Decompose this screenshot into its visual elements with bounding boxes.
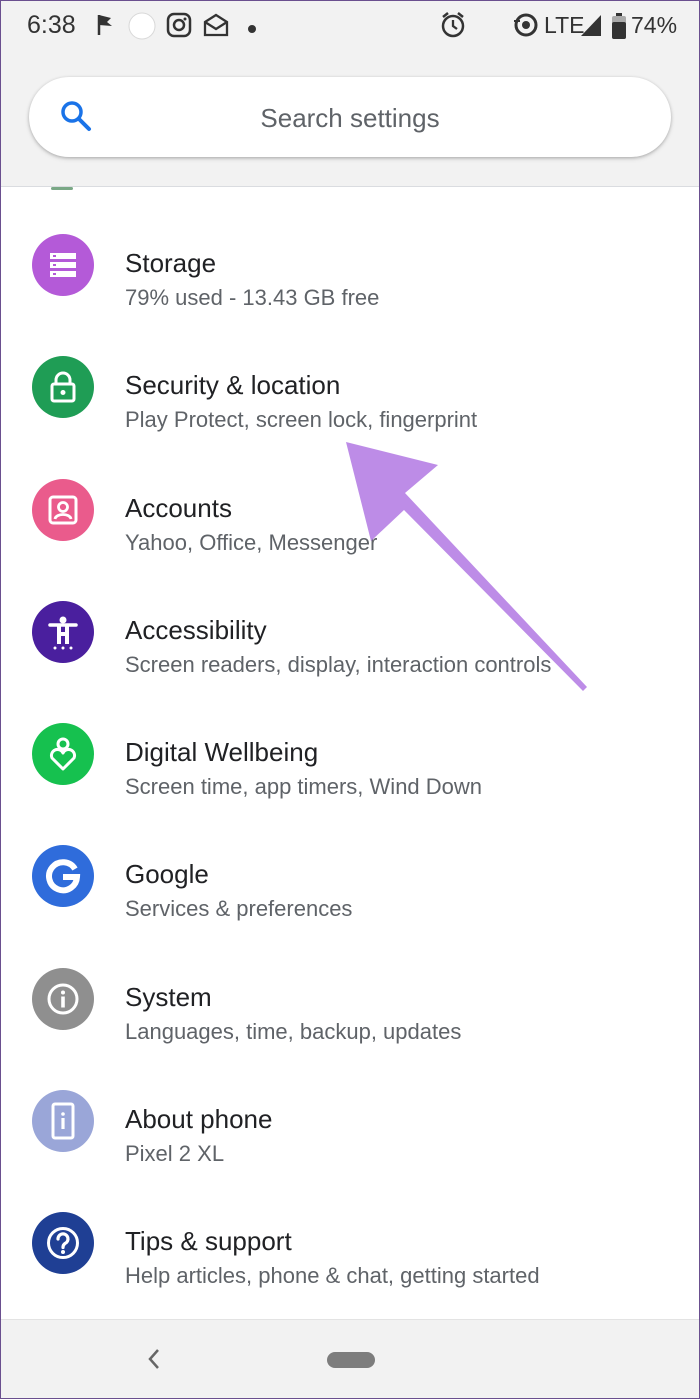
item-subtitle: Screen readers, display, interaction con…: [125, 651, 552, 677]
data-saver-icon: [512, 11, 540, 44]
item-title: Storage: [125, 248, 217, 278]
settings-item-about-phone[interactable]: About phone Pixel 2 XL: [1, 1060, 699, 1182]
info-icon: [32, 967, 94, 1030]
battery-icon: [611, 12, 627, 45]
item-title: About phone: [125, 1104, 273, 1135]
item-title: Security & location: [125, 370, 341, 401]
settings-item-system[interactable]: System Languages, time, backup, updates: [1, 938, 699, 1060]
flag-icon: [93, 11, 117, 44]
phone-screen: 6:38 LTE 74% Search settings Storage 79%…: [0, 0, 700, 1399]
app-circle-icon: [128, 12, 156, 45]
instagram-icon: [166, 12, 192, 43]
item-title: Google: [125, 859, 209, 890]
phone-info-icon: [32, 1090, 94, 1153]
settings-item-digital-wellbeing[interactable]: Digital Wellbeing Screen time, app timer…: [1, 693, 699, 815]
status-time: 6:38: [27, 11, 76, 39]
item-title: Accounts: [125, 492, 232, 523]
item-subtitle: Languages, time, backup, updates: [125, 1018, 462, 1044]
account-box-icon: [32, 478, 94, 541]
item-subtitle: Services & preferences: [125, 896, 353, 922]
search-header: Search settings: [1, 51, 699, 186]
battery-percent: 74%: [631, 12, 678, 38]
settings-item-accounts[interactable]: Accounts Yahoo, Office, Messenger: [1, 449, 699, 571]
help-icon: [32, 1212, 94, 1275]
item-subtitle: Help articles, phone & chat, getting sta…: [125, 1263, 540, 1289]
lock-icon: [32, 356, 94, 419]
more-notifications-dot-icon: [247, 21, 257, 39]
wellbeing-heart-icon: [32, 723, 94, 786]
item-subtitle: 79% used - 13.43 GB free: [125, 285, 380, 310]
accessibility-icon: [32, 600, 94, 663]
settings-item-accessibility[interactable]: Accessibility Screen readers, display, i…: [1, 571, 699, 693]
item-title: Accessibility: [125, 614, 267, 645]
item-subtitle: Yahoo, Office, Messenger: [125, 529, 378, 555]
settings-item-security-location[interactable]: Security & location Play Protect, screen…: [1, 326, 699, 448]
alarm-icon: [439, 11, 467, 44]
settings-item-google[interactable]: Google Services & preferences: [1, 815, 699, 937]
status-bar: 6:38 LTE 74%: [1, 1, 699, 51]
storage-icon: [32, 234, 94, 296]
item-title: System: [125, 981, 212, 1012]
cellular-signal-icon: [579, 12, 603, 43]
item-subtitle: Play Protect, screen lock, fingerprint: [125, 407, 478, 433]
mail-icon: [202, 12, 230, 43]
item-title: Tips & support: [125, 1226, 292, 1257]
settings-item-storage[interactable]: Storage 79% used - 13.43 GB free: [1, 204, 699, 326]
google-g-icon: [32, 845, 94, 908]
search-input[interactable]: Search settings: [29, 103, 671, 134]
header-divider: [1, 186, 699, 187]
home-pill-icon[interactable]: [327, 1352, 375, 1368]
item-title: Digital Wellbeing: [125, 737, 319, 768]
settings-item-tips-support[interactable]: Tips & support Help articles, phone & ch…: [1, 1182, 699, 1304]
scrolled-item-remnant: [51, 187, 73, 190]
settings-list: Storage 79% used - 13.43 GB free Securit…: [1, 204, 699, 1305]
search-bar[interactable]: Search settings: [29, 77, 671, 157]
item-subtitle: Screen time, app timers, Wind Down: [125, 774, 483, 800]
back-chevron-icon[interactable]: [144, 1346, 164, 1377]
item-subtitle: Pixel 2 XL: [125, 1141, 225, 1167]
navigation-bar: [1, 1319, 699, 1398]
